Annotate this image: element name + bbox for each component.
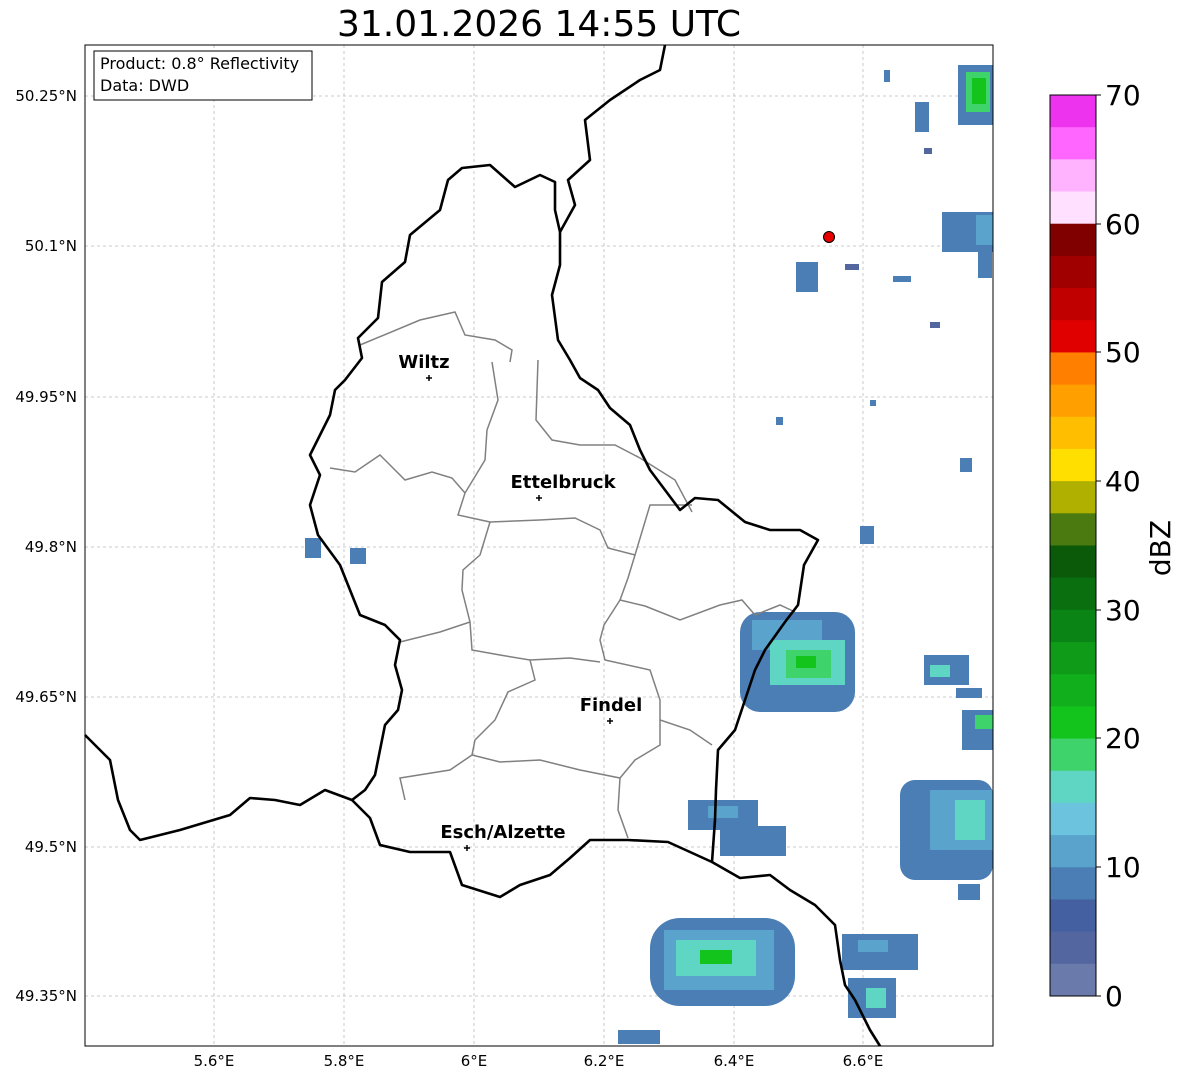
- city-label: Wiltz: [398, 352, 449, 373]
- colorbar-swatch: [1050, 352, 1096, 386]
- colorbar-swatch: [1050, 127, 1096, 160]
- product-label: Product: 0.8° Reflectivity: [100, 54, 299, 73]
- colorbar-swatch: [1050, 802, 1096, 836]
- lon-axis: 5.6°E 5.8°E 6°E 6.2°E 6.4°E 6.6°E: [194, 1052, 884, 1070]
- city-label: Findel: [580, 695, 643, 716]
- colorbar-tick-label: 0: [1105, 980, 1123, 1013]
- colorbar-swatch: [1050, 642, 1096, 675]
- lon-tick-label: 5.6°E: [194, 1052, 235, 1070]
- colorbar-swatch: [1050, 384, 1096, 418]
- lat-tick-label: 50.1°N: [25, 237, 77, 255]
- colorbar-tick-label: 50: [1105, 336, 1141, 369]
- colorbar-swatch: [1050, 191, 1096, 225]
- colorbar-swatch: [1050, 288, 1096, 321]
- colorbar-tick-label: 10: [1105, 851, 1141, 884]
- colorbar-swatches: [1050, 95, 1096, 997]
- colorbar-swatch: [1050, 931, 1096, 965]
- lat-tick-label: 49.35°N: [15, 987, 77, 1005]
- map-area: [85, 45, 993, 1046]
- lon-tick-label: 6°E: [461, 1052, 488, 1070]
- colorbar-tick-label: 20: [1105, 722, 1141, 755]
- lat-tick-label: 49.8°N: [25, 538, 77, 556]
- city-label: Ettelbruck: [510, 472, 616, 493]
- lat-axis: 50.25°N 50.1°N 49.95°N 49.8°N 49.65°N 49…: [15, 87, 77, 1005]
- colorbar-tick-label: 40: [1105, 465, 1141, 498]
- colorbar-tick-label: 70: [1105, 79, 1141, 112]
- colorbar-swatch: [1050, 416, 1096, 450]
- colorbar-swatch: [1050, 95, 1096, 128]
- info-box: Product: 0.8° Reflectivity Data: DWD: [93, 50, 313, 101]
- colorbar-swatch: [1050, 867, 1096, 900]
- colorbar-swatch: [1050, 481, 1096, 514]
- lat-tick-label: 49.65°N: [15, 688, 77, 706]
- colorbar-swatch: [1050, 577, 1096, 611]
- radar-map: Wiltz Ettelbruck Findel Esch/Alzette Pro…: [15, 44, 1177, 1070]
- colorbar-tick-label: 30: [1105, 594, 1141, 627]
- data-source-label: Data: DWD: [100, 76, 189, 95]
- lat-tick-label: 49.5°N: [25, 838, 77, 856]
- colorbar-swatch: [1050, 674, 1096, 707]
- lon-tick-label: 6.2°E: [584, 1052, 625, 1070]
- radar-site-marker: [823, 231, 835, 243]
- city-label: Esch/Alzette: [440, 822, 565, 843]
- colorbar-ticks: [1096, 94, 1101, 997]
- colorbar-swatch: [1050, 963, 1096, 997]
- lat-tick-label: 49.95°N: [15, 388, 77, 406]
- colorbar-swatch: [1050, 706, 1096, 740]
- colorbar-swatch: [1050, 899, 1096, 933]
- colorbar: 70 60 50 40 30 20 10 0 dBZ: [1049, 79, 1177, 1013]
- colorbar-swatch: [1050, 255, 1096, 289]
- colorbar-swatch: [1050, 223, 1096, 257]
- colorbar-swatch: [1050, 320, 1096, 353]
- lat-tick-label: 50.25°N: [15, 87, 77, 105]
- colorbar-swatch: [1050, 448, 1096, 482]
- colorbar-swatch: [1050, 513, 1096, 546]
- colorbar-swatch: [1050, 835, 1096, 868]
- lon-tick-label: 6.4°E: [714, 1052, 755, 1070]
- colorbar-tick-label: 60: [1105, 208, 1141, 241]
- lon-tick-label: 5.8°E: [324, 1052, 365, 1070]
- colorbar-swatch: [1050, 545, 1096, 579]
- colorbar-label: dBZ: [1144, 520, 1177, 576]
- colorbar-swatch: [1050, 159, 1096, 193]
- colorbar-swatch: [1050, 609, 1096, 643]
- colorbar-swatch: [1050, 738, 1096, 772]
- lon-tick-label: 6.6°E: [843, 1052, 884, 1070]
- colorbar-swatch: [1050, 770, 1096, 804]
